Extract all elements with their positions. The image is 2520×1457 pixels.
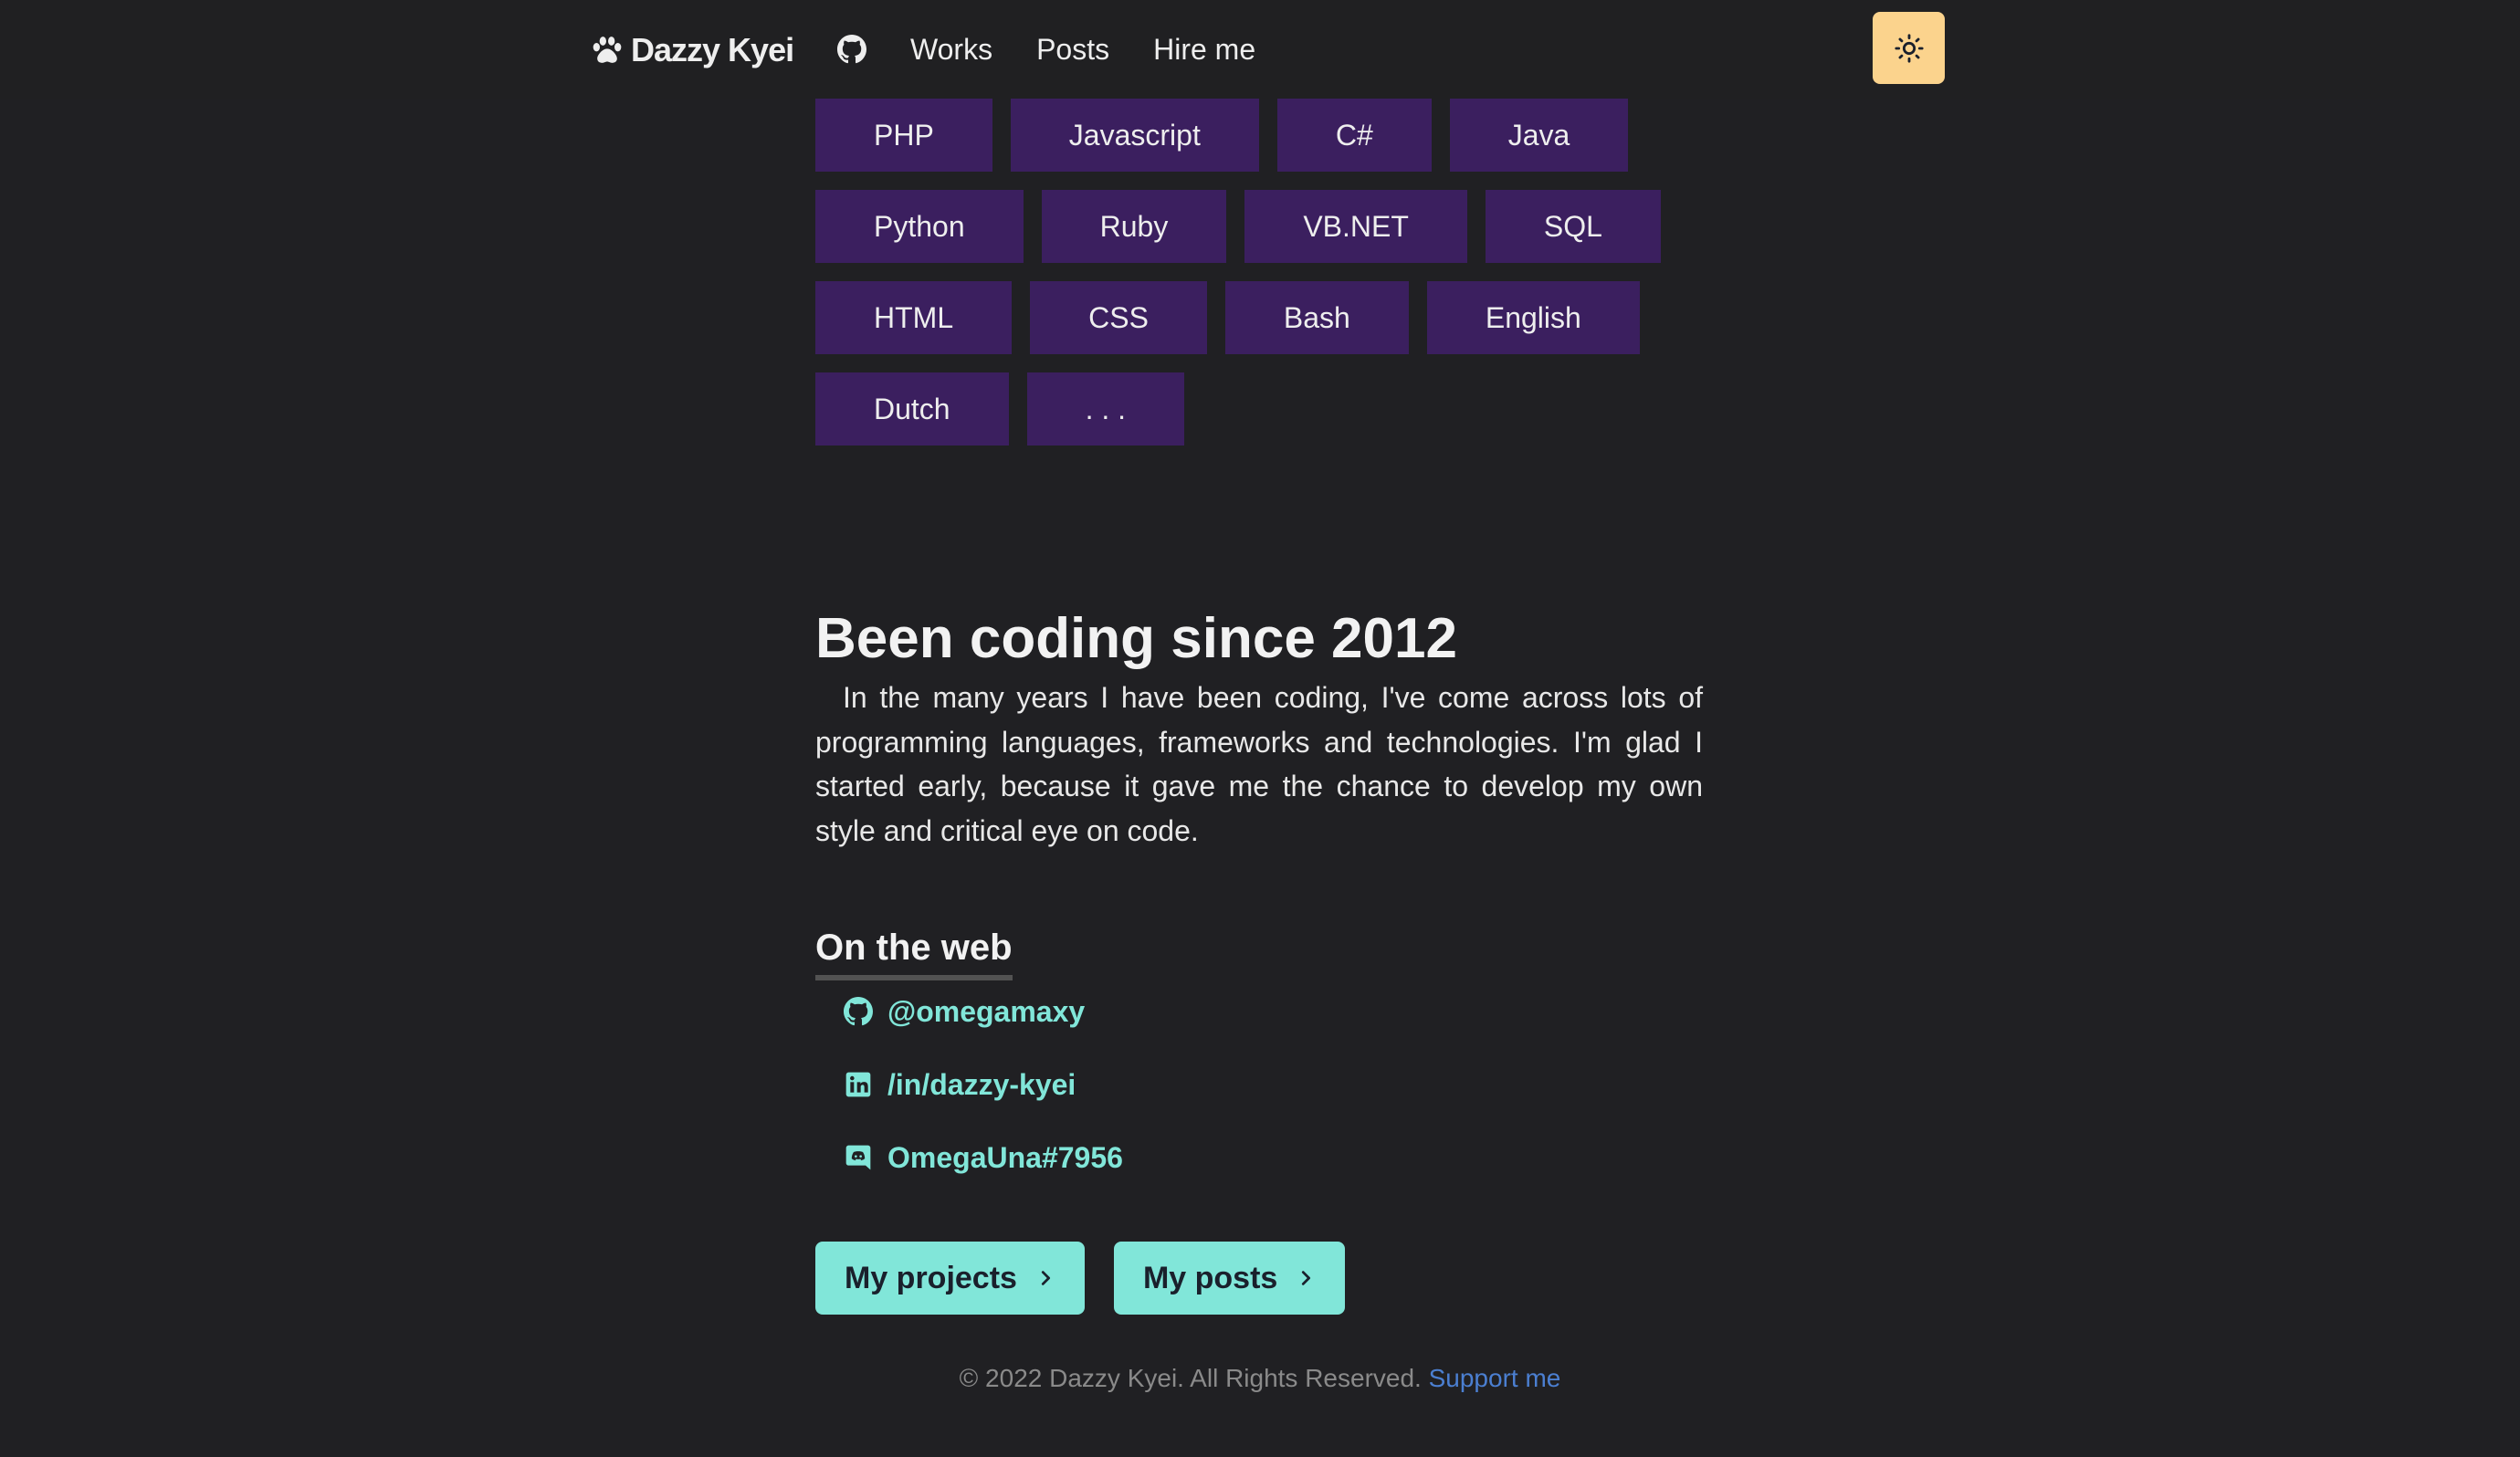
sun-icon <box>1894 33 1924 63</box>
section-paragraph: In the many years I have been coding, I'… <box>815 681 1703 847</box>
list-item: @omegamaxy <box>844 975 1123 1048</box>
github-profile-link[interactable]: @omegamaxy <box>887 995 1085 1029</box>
skill-tags: PHP Javascript C# Java Python Ruby VB.NE… <box>815 99 1728 464</box>
my-projects-button[interactable]: My projects <box>815 1242 1085 1315</box>
list-item: /in/dazzy-kyei <box>844 1048 1123 1121</box>
tag-ruby: Ruby <box>1041 190 1227 263</box>
tag-sql: SQL <box>1485 190 1661 263</box>
linkedin-profile-link[interactable]: /in/dazzy-kyei <box>887 1068 1076 1102</box>
github-nav-link[interactable] <box>836 34 867 65</box>
linkedin-icon <box>845 1072 871 1097</box>
theme-toggle-button[interactable] <box>1873 12 1945 84</box>
coding-section: Been coding since 2012 In the many years… <box>815 603 1703 853</box>
navbar: Dazzy Kyei Works Posts Hire me <box>0 0 2520 99</box>
tag-java: Java <box>1449 99 1629 172</box>
tag-bash: Bash <box>1224 281 1409 354</box>
github-icon <box>837 35 866 64</box>
list-item: OmegaUna#7956 <box>844 1121 1123 1194</box>
tag-english: English <box>1426 281 1640 354</box>
tag-csharp: C# <box>1276 99 1432 172</box>
tag-row: HTML CSS Bash English <box>815 281 1728 354</box>
tag-vbnet: VB.NET <box>1244 190 1467 263</box>
nav-link-hire-me[interactable]: Hire me <box>1153 33 1255 67</box>
tag-row: PHP Javascript C# Java <box>815 99 1728 172</box>
on-the-web-heading: On the web <box>815 924 1013 980</box>
tag-dutch: Dutch <box>815 372 1009 445</box>
cta-buttons: My projects My posts <box>815 1242 1346 1315</box>
nav-links: Works Posts Hire me <box>836 26 1299 73</box>
paw-icon <box>593 37 622 63</box>
tag-row: Python Ruby VB.NET SQL <box>815 190 1728 263</box>
support-me-link[interactable]: Support me <box>1429 1364 1561 1392</box>
brand-name: Dazzy Kyei <box>631 31 794 68</box>
nav-link-posts[interactable]: Posts <box>1036 33 1109 67</box>
tag-html: HTML <box>815 281 1013 354</box>
footer: © 2022 Dazzy Kyei. All Rights Reserved. … <box>0 1358 2520 1399</box>
my-posts-label: My posts <box>1142 1260 1278 1295</box>
nav-link-works[interactable]: Works <box>910 33 992 67</box>
tag-more: . . . <box>1026 372 1185 445</box>
tag-php: PHP <box>815 99 992 172</box>
discord-handle-link[interactable]: OmegaUna#7956 <box>887 1141 1123 1175</box>
copyright-text: © 2022 Dazzy Kyei. All Rights Reserved. <box>959 1364 1422 1392</box>
github-icon <box>844 997 873 1026</box>
chevron-right-icon <box>1041 1271 1050 1285</box>
social-links: @omegamaxy /in/dazzy-kyei OmegaUna#7956 <box>844 975 1123 1194</box>
tag-javascript: Javascript <box>1010 99 1259 172</box>
brand-logo-link[interactable]: Dazzy Kyei <box>589 29 794 71</box>
my-posts-button[interactable]: My posts <box>1113 1242 1346 1315</box>
tag-css: CSS <box>1030 281 1207 354</box>
tag-row: Dutch . . . <box>815 372 1728 445</box>
tag-python: Python <box>815 190 1024 263</box>
my-projects-label: My projects <box>845 1260 1017 1295</box>
section-title: Been coding since 2012 <box>815 607 1457 670</box>
chevron-right-icon <box>1302 1271 1311 1285</box>
discord-icon <box>845 1145 871 1170</box>
